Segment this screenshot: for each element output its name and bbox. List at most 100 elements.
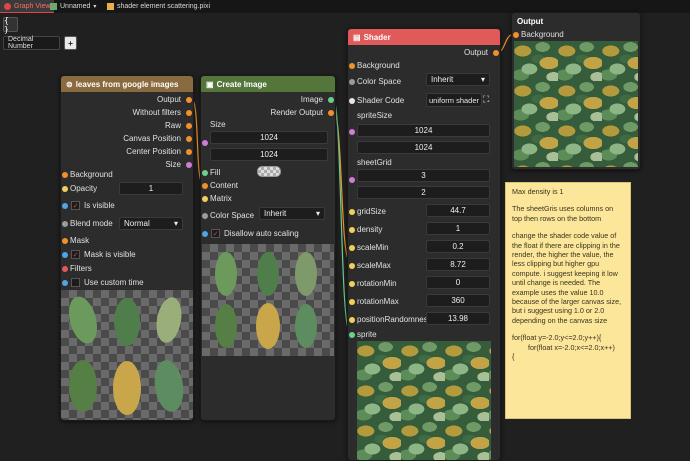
- leaves-preview: [61, 290, 193, 420]
- custom-time-checkbox[interactable]: [71, 278, 80, 287]
- mask-visible-port[interactable]: [62, 252, 68, 258]
- mask-visible-checkbox[interactable]: ✓: [71, 250, 80, 259]
- matrix-port[interactable]: [202, 196, 208, 202]
- filters-label: Filters: [70, 264, 92, 273]
- content-port[interactable]: [202, 183, 208, 189]
- scale-max-port[interactable]: [349, 263, 355, 269]
- shader-node[interactable]: ▤ Shader Output Background Color Space I…: [347, 28, 501, 461]
- braces-button[interactable]: { }: [3, 16, 18, 34]
- scale-max-input[interactable]: 8.72: [426, 258, 490, 271]
- shader-icon: ▤: [353, 32, 361, 42]
- fill-color-swatch[interactable]: [257, 166, 281, 177]
- color-space-port[interactable]: [349, 79, 355, 85]
- position-randomness-input[interactable]: 13.98: [426, 312, 490, 325]
- tab-unnamed[interactable]: Unnamed ▾: [50, 0, 96, 13]
- background-port[interactable]: [62, 172, 68, 178]
- output-node-header[interactable]: Output: [512, 13, 640, 29]
- sheet-grid-port[interactable]: [349, 177, 355, 183]
- sheet-grid-x-input[interactable]: 3: [357, 169, 490, 182]
- background-port[interactable]: [349, 63, 355, 69]
- image-output-label: Image: [300, 95, 323, 104]
- size-port[interactable]: [202, 140, 208, 146]
- sticky-note[interactable]: Max density is 1 The sheetGris uses colu…: [505, 182, 631, 419]
- is-visible-port[interactable]: [62, 203, 68, 209]
- document-icon: [50, 3, 57, 10]
- color-space-port[interactable]: [202, 213, 208, 219]
- number-mode-select[interactable]: Decimal Number: [3, 36, 60, 50]
- scale-max-label: scaleMax: [357, 261, 391, 270]
- position-randomness-port[interactable]: [349, 317, 355, 323]
- size-height-input[interactable]: 1024: [210, 148, 328, 161]
- rotation-min-input[interactable]: 0: [426, 276, 490, 289]
- rotation-min-label: rotationMin: [357, 279, 397, 288]
- output-port[interactable]: [186, 97, 192, 103]
- sprite-size-width-input[interactable]: 1024: [357, 124, 490, 137]
- expand-icon[interactable]: ⛶: [483, 94, 489, 105]
- tab-file[interactable]: shader element scattering.pixi: [107, 0, 210, 13]
- shader-code-port[interactable]: [349, 98, 355, 104]
- opacity-input[interactable]: 1: [119, 182, 183, 195]
- blend-mode-select[interactable]: Normal ▾: [119, 217, 183, 230]
- custom-time-port[interactable]: [62, 280, 68, 286]
- size-port[interactable]: [186, 162, 192, 168]
- output-node[interactable]: Output Background: [511, 12, 641, 170]
- create-image-header[interactable]: ▣ Create Image: [201, 76, 335, 92]
- disallow-port[interactable]: [202, 231, 208, 237]
- note-paragraph-4: for(float y=-2.0;y<=2.0;y++){ for(float …: [512, 333, 615, 362]
- raw-label: Raw: [164, 121, 181, 130]
- sprite-size-height-input[interactable]: 1024: [357, 141, 490, 154]
- scale-min-port[interactable]: [349, 245, 355, 251]
- opacity-label: Opacity: [70, 184, 98, 193]
- scale-min-input[interactable]: 0.2: [426, 240, 490, 253]
- disallow-checkbox[interactable]: ✓: [211, 229, 220, 238]
- note-paragraph-2: The sheetGris uses columns on top then r…: [512, 204, 616, 223]
- canvas-position-port[interactable]: [186, 136, 192, 142]
- rotation-min-port[interactable]: [349, 281, 355, 287]
- filters-port[interactable]: [62, 266, 68, 272]
- fill-port[interactable]: [202, 170, 208, 176]
- density-label: density: [357, 225, 383, 234]
- size-width-input[interactable]: 1024: [210, 131, 328, 144]
- opacity-port[interactable]: [62, 186, 68, 192]
- raw-port[interactable]: [186, 123, 192, 129]
- shader-code-input[interactable]: uniform shader: [426, 93, 482, 107]
- density-port[interactable]: [349, 227, 355, 233]
- output-background-port[interactable]: [513, 32, 519, 38]
- image-output-port[interactable]: [328, 97, 334, 103]
- custom-time-label: Use custom time: [84, 278, 144, 287]
- center-position-port[interactable]: [186, 149, 192, 155]
- rotation-max-input[interactable]: 360: [426, 294, 490, 307]
- image-icon: ▣: [206, 79, 214, 89]
- leaves-node[interactable]: ⊜ leaves from google images Output Witho…: [60, 75, 194, 421]
- sheet-grid-y-input[interactable]: 2: [357, 186, 490, 199]
- leaves-node-header[interactable]: ⊜ leaves from google images: [61, 76, 193, 92]
- blend-mode-port[interactable]: [62, 221, 68, 227]
- disallow-label: Disallow auto scaling: [224, 229, 299, 238]
- color-space-select[interactable]: Inherit ▾: [259, 207, 325, 220]
- sprite-label: sprite: [357, 330, 377, 339]
- is-visible-checkbox[interactable]: ✓: [71, 201, 80, 210]
- scale-min-label: scaleMin: [357, 243, 389, 252]
- density-input[interactable]: 1: [426, 222, 490, 235]
- sprite-size-port[interactable]: [349, 129, 355, 135]
- color-space-label: Color Space: [210, 211, 255, 220]
- file-icon: [107, 3, 114, 10]
- rotation-max-label: rotationMax: [357, 297, 399, 306]
- shader-output-port[interactable]: [493, 50, 499, 56]
- color-space-label: Color Space: [357, 77, 402, 86]
- rotation-max-port[interactable]: [349, 299, 355, 305]
- without-filters-port[interactable]: [186, 110, 192, 116]
- chevron-down-icon: ▾: [315, 209, 320, 218]
- color-space-select[interactable]: Inherit ▾: [426, 73, 490, 86]
- add-button[interactable]: +: [64, 36, 77, 50]
- note-paragraph-1: Max density is 1: [512, 187, 564, 196]
- render-output-port[interactable]: [328, 110, 334, 116]
- tab-graph-view[interactable]: Graph View: [0, 0, 55, 13]
- grid-size-input[interactable]: 44.7: [426, 204, 490, 217]
- mask-label: Mask: [70, 236, 90, 245]
- create-image-node[interactable]: ▣ Create Image Image Render Output Size …: [200, 75, 336, 421]
- mask-port[interactable]: [62, 238, 68, 244]
- sprite-port[interactable]: [349, 332, 355, 338]
- grid-size-port[interactable]: [349, 209, 355, 215]
- shader-node-header[interactable]: ▤ Shader: [348, 29, 500, 45]
